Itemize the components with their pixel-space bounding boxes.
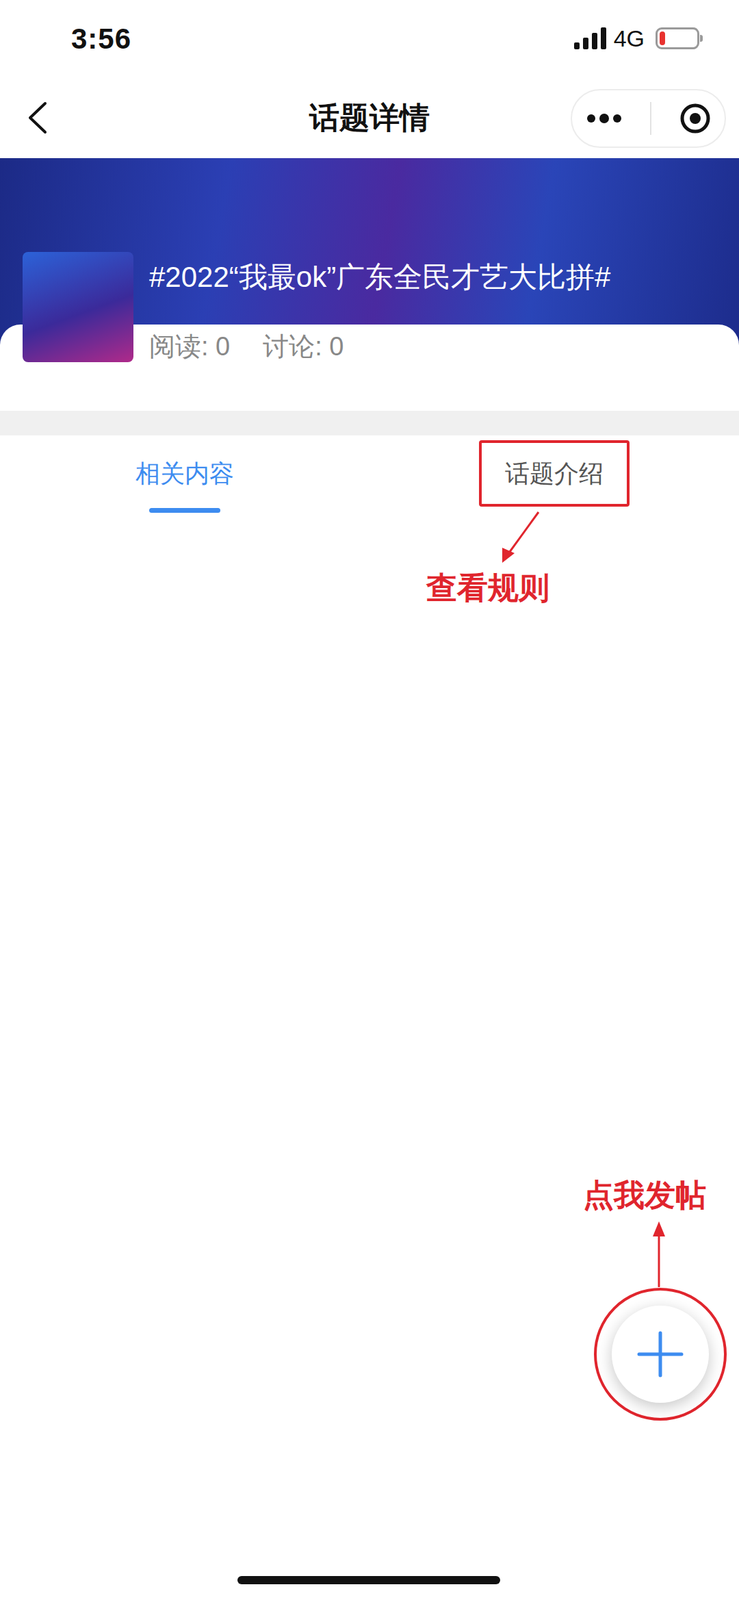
tab-underline xyxy=(149,507,221,513)
post-hint: 点我发帖 xyxy=(582,1177,707,1212)
plus-icon xyxy=(636,1329,685,1378)
stat-count: 讨论: 0 xyxy=(262,329,344,363)
close-target-icon[interactable] xyxy=(679,102,711,135)
battery-fill xyxy=(659,31,666,46)
battery-icon xyxy=(655,27,700,50)
topic-title: #2022“我最ok”广东全民才艺大比拼# xyxy=(149,259,726,295)
back-arrow-icon[interactable] xyxy=(26,100,50,135)
new-post-button[interactable] xyxy=(611,1304,709,1403)
tab[interactable]: 相关内容 xyxy=(0,435,370,521)
tab[interactable]: 话题介绍 xyxy=(369,435,739,521)
clock: 3:56 xyxy=(71,17,132,61)
page-title: 话题详情 xyxy=(309,95,430,141)
page: 3:56 4G 话题详情 xyxy=(0,0,739,1600)
tab-label: 相关内容 xyxy=(135,455,235,492)
more-dots-icon[interactable] xyxy=(586,113,622,124)
nav-bar: 话题详情 xyxy=(0,76,739,159)
divider xyxy=(0,410,739,436)
stat-count: 阅读: 0 xyxy=(149,329,230,363)
signal-icon xyxy=(574,27,609,50)
topic-header: #2022“我最ok”广东全民才艺大比拼# 阅读: 0 讨论: 0 xyxy=(0,158,739,411)
tab-bar: 相关内容 话题介绍 xyxy=(0,435,739,521)
network-type: 4G xyxy=(613,21,645,57)
topic-thumbnail xyxy=(22,251,134,362)
rules-hint: 查看规则 xyxy=(426,570,550,605)
tab-underline xyxy=(518,507,590,513)
tab-label: 话题介绍 xyxy=(504,455,604,492)
capsule-menu xyxy=(570,88,726,148)
tab-frame: 相关内容 xyxy=(109,439,261,507)
home-indicator xyxy=(237,1575,501,1584)
status-bar: 3:56 4G xyxy=(0,0,739,77)
tab-frame: 话题介绍 xyxy=(478,439,630,507)
